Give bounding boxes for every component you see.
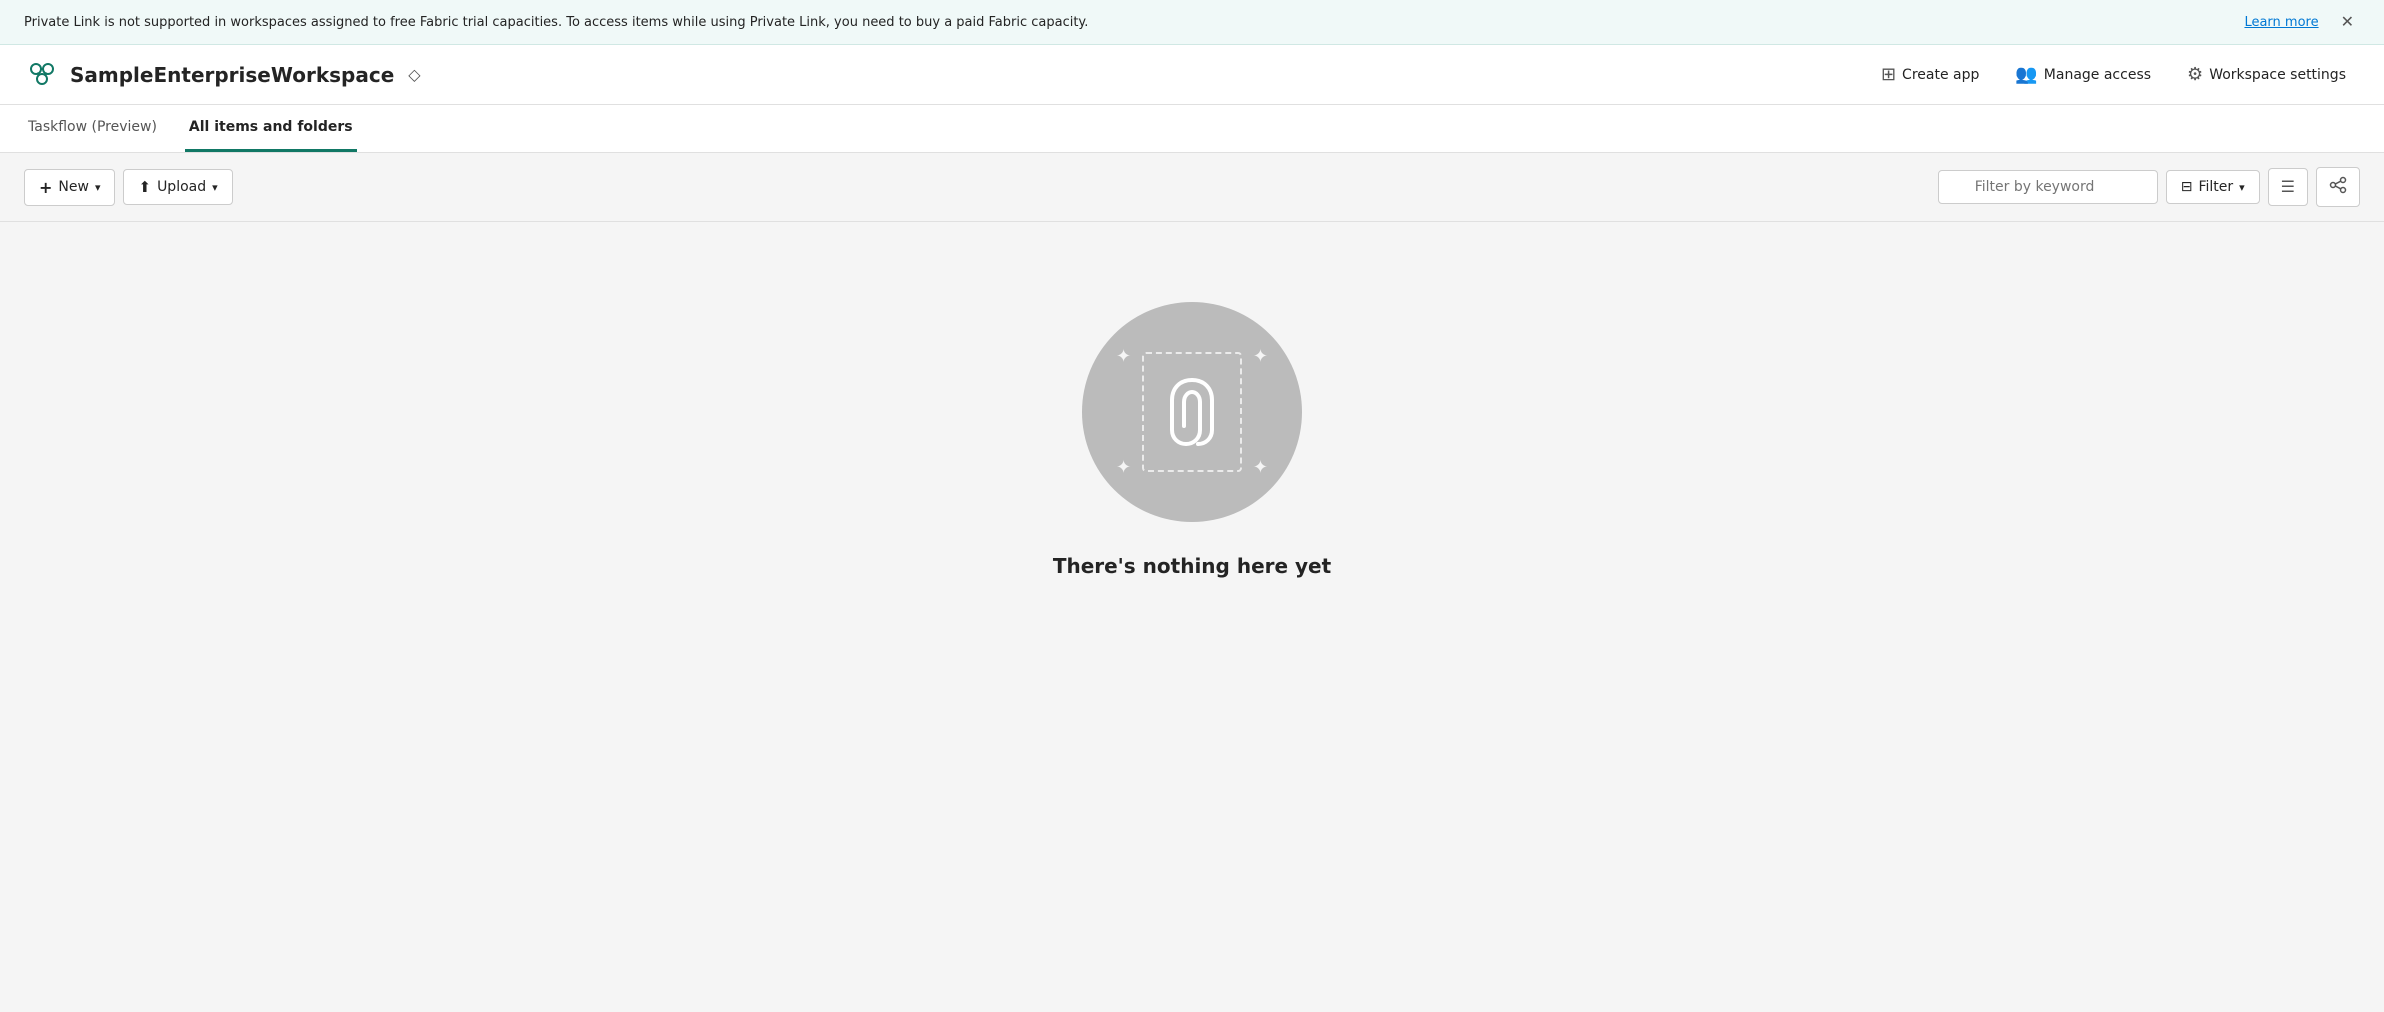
settings-icon: ⚙ xyxy=(2187,64,2203,85)
tab-all-items[interactable]: All items and folders xyxy=(185,105,357,152)
learn-more-link[interactable]: Learn more xyxy=(2244,15,2318,30)
sparkle-tl: ✦ xyxy=(1116,346,1131,367)
workspace-title: SampleEnterpriseWorkspace xyxy=(70,63,394,87)
sparkle-br: ✦ xyxy=(1253,457,1268,478)
toolbar: + New ▾ ⬆ Upload ▾ 🔍 ⊟ Filter ▾ ☰ xyxy=(0,153,2384,222)
create-app-button[interactable]: ⊞ Create app xyxy=(1867,56,1993,93)
manage-access-button[interactable]: 👥 Manage access xyxy=(2001,56,2165,93)
plus-icon: + xyxy=(39,178,52,197)
header-actions: ⊞ Create app 👥 Manage access ⚙ Workspace… xyxy=(1867,56,2360,93)
empty-state-illustration: ✦ ✦ ✦ ✦ xyxy=(1082,302,1302,522)
manage-access-label: Manage access xyxy=(2044,67,2151,83)
new-button[interactable]: + New ▾ xyxy=(24,169,115,206)
filter-chevron-icon: ▾ xyxy=(2239,181,2245,194)
filter-icon: ⊟ xyxy=(2181,179,2193,195)
filter-button[interactable]: ⊟ Filter ▾ xyxy=(2166,170,2260,204)
page-header: SampleEnterpriseWorkspace ◇ ⊞ Create app… xyxy=(0,45,2384,105)
workspace-settings-button[interactable]: ⚙ Workspace settings xyxy=(2173,56,2360,93)
workspace-settings-label: Workspace settings xyxy=(2209,67,2346,83)
paperclip-icon xyxy=(1166,372,1218,452)
create-app-icon: ⊞ xyxy=(1881,64,1896,85)
filter-label: Filter xyxy=(2198,179,2233,195)
upload-icon: ⬆ xyxy=(138,178,151,196)
empty-state: ✦ ✦ ✦ ✦ There's nothing here yet xyxy=(0,222,2384,618)
empty-inner: ✦ ✦ ✦ ✦ xyxy=(1142,352,1242,472)
info-banner: Private Link is not supported in workspa… xyxy=(0,0,2384,45)
manage-access-icon: 👥 xyxy=(2015,64,2037,85)
create-app-label: Create app xyxy=(1902,67,1979,83)
sparkle-tr: ✦ xyxy=(1253,346,1268,367)
list-view-icon: ☰ xyxy=(2281,177,2295,197)
empty-state-title: There's nothing here yet xyxy=(1053,554,1331,578)
dashed-rect: ✦ ✦ ✦ ✦ xyxy=(1142,352,1242,472)
share-button[interactable] xyxy=(2316,167,2360,207)
search-wrapper: 🔍 xyxy=(1938,170,2158,204)
upload-chevron-icon: ▾ xyxy=(212,181,218,194)
share-icon xyxy=(2329,176,2347,198)
upload-label: Upload xyxy=(157,179,206,195)
tab-taskflow-label: Taskflow (Preview) xyxy=(28,119,157,135)
view-toggle-button[interactable]: ☰ xyxy=(2268,168,2308,206)
banner-close-button[interactable]: ✕ xyxy=(2335,10,2360,34)
sparkle-bl: ✦ xyxy=(1116,457,1131,478)
tab-all-items-label: All items and folders xyxy=(189,119,353,135)
toolbar-left: + New ▾ ⬆ Upload ▾ xyxy=(24,169,233,206)
new-label: New xyxy=(58,179,89,195)
upload-button[interactable]: ⬆ Upload ▾ xyxy=(123,169,232,205)
new-chevron-icon: ▾ xyxy=(95,181,101,194)
workspace-icon xyxy=(24,57,60,93)
header-left: SampleEnterpriseWorkspace ◇ xyxy=(24,57,421,93)
filter-keyword-input[interactable] xyxy=(1938,170,2158,204)
banner-message: Private Link is not supported in workspa… xyxy=(24,15,2236,30)
diamond-icon: ◇ xyxy=(408,65,420,84)
toolbar-right: 🔍 ⊟ Filter ▾ ☰ xyxy=(1938,167,2360,207)
tabs-bar: Taskflow (Preview) All items and folders xyxy=(0,105,2384,153)
tab-taskflow[interactable]: Taskflow (Preview) xyxy=(24,105,161,152)
